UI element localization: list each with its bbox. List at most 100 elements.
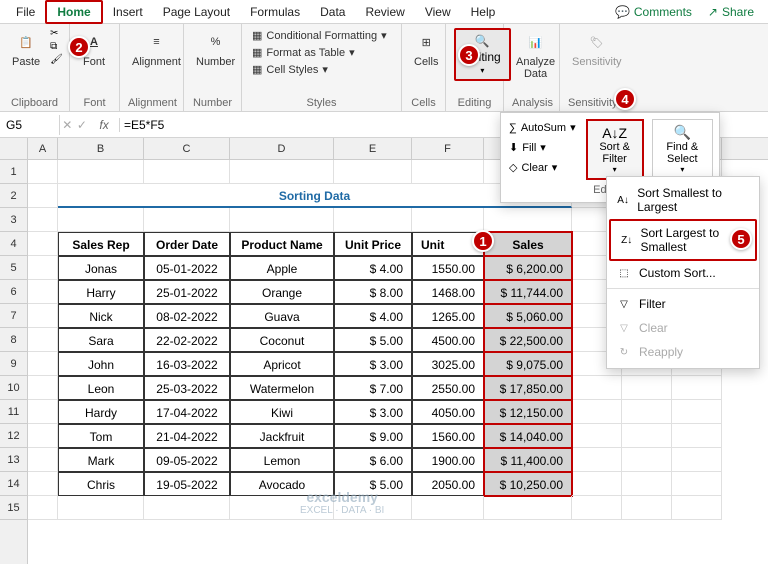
cell[interactable]: 17-04-2022 xyxy=(144,400,230,424)
cell-selected[interactable]: $ 17,850.00 xyxy=(484,376,572,400)
sensitivity-button[interactable]: 🏷Sensitivity xyxy=(568,28,626,70)
conditional-formatting-button[interactable]: ▦Conditional Formatting▾ xyxy=(250,28,389,43)
tab-home[interactable]: Home xyxy=(45,0,102,24)
cells-button[interactable]: ⊞Cells xyxy=(410,28,442,70)
cell[interactable]: 09-05-2022 xyxy=(144,448,230,472)
header-cell[interactable]: Order Date xyxy=(144,232,230,256)
cell[interactable]: 19-05-2022 xyxy=(144,472,230,496)
row-header[interactable]: 8 xyxy=(0,328,27,352)
cell[interactable]: Chris xyxy=(58,472,144,496)
cell[interactable]: Apricot xyxy=(230,352,334,376)
cell[interactable]: 05-01-2022 xyxy=(144,256,230,280)
tab-file[interactable]: File xyxy=(6,2,45,22)
cell-styles-button[interactable]: ▦Cell Styles▾ xyxy=(250,62,389,77)
row-header[interactable]: 5 xyxy=(0,256,27,280)
cell[interactable]: Hardy xyxy=(58,400,144,424)
header-cell[interactable]: Unit Price xyxy=(334,232,412,256)
cell[interactable]: 1468.00 xyxy=(412,280,484,304)
col-header[interactable]: E xyxy=(334,138,412,159)
cell[interactable]: Mark xyxy=(58,448,144,472)
cell[interactable]: 4500.00 xyxy=(412,328,484,352)
row-header[interactable]: 13 xyxy=(0,448,27,472)
cell[interactable]: Jackfruit xyxy=(230,424,334,448)
tab-page-layout[interactable]: Page Layout xyxy=(153,2,240,22)
enter-icon[interactable]: ✓ xyxy=(77,118,87,132)
cell[interactable]: 1265.00 xyxy=(412,304,484,328)
row-header[interactable]: 1 xyxy=(0,160,27,184)
cell[interactable]: Kiwi xyxy=(230,400,334,424)
cell[interactable]: 1550.00 xyxy=(412,256,484,280)
format-painter-icon[interactable]: 🖌 xyxy=(50,54,63,65)
cell[interactable]: Sara xyxy=(58,328,144,352)
cell[interactable]: 1560.00 xyxy=(412,424,484,448)
cell[interactable]: 2050.00 xyxy=(412,472,484,496)
tab-data[interactable]: Data xyxy=(310,2,355,22)
cell[interactable]: 25-01-2022 xyxy=(144,280,230,304)
cell[interactable]: Harry xyxy=(58,280,144,304)
cell[interactable]: 4050.00 xyxy=(412,400,484,424)
col-header[interactable]: F xyxy=(412,138,484,159)
col-header[interactable]: B xyxy=(58,138,144,159)
cell[interactable]: $ 6.00 xyxy=(334,448,412,472)
cell-selected[interactable]: $ 10,250.00 xyxy=(484,472,572,496)
row-header[interactable]: 9 xyxy=(0,352,27,376)
cell[interactable]: Jonas xyxy=(58,256,144,280)
row-header[interactable]: 3 xyxy=(0,208,27,232)
tab-review[interactable]: Review xyxy=(355,2,414,22)
row-header[interactable]: 10 xyxy=(0,376,27,400)
cell[interactable]: Leon xyxy=(58,376,144,400)
tab-help[interactable]: Help xyxy=(461,2,506,22)
col-header[interactable]: A xyxy=(28,138,58,159)
cell[interactable]: Guava xyxy=(230,304,334,328)
clear-button[interactable]: ◇Clear▾ xyxy=(507,159,578,176)
copy-icon[interactable]: ⧉ xyxy=(50,41,63,52)
custom-sort[interactable]: ⬚Custom Sort... xyxy=(607,261,759,285)
cell-selected[interactable]: $ 9,075.00 xyxy=(484,352,572,376)
cell[interactable]: Apple xyxy=(230,256,334,280)
cut-icon[interactable]: ✂ xyxy=(50,28,63,39)
format-table-button[interactable]: ▦Format as Table▾ xyxy=(250,45,389,60)
find-select-button[interactable]: 🔍 Find & Select▾ xyxy=(652,119,713,180)
header-cell[interactable]: Sales Rep xyxy=(58,232,144,256)
cancel-icon[interactable]: ✕ xyxy=(62,118,72,132)
cell[interactable]: $ 9.00 xyxy=(334,424,412,448)
row-header[interactable]: 6 xyxy=(0,280,27,304)
tab-formulas[interactable]: Formulas xyxy=(240,2,310,22)
sort-smallest-largest[interactable]: A↓Sort Smallest to Largest xyxy=(607,181,759,219)
cell[interactable]: $ 3.00 xyxy=(334,400,412,424)
title-cell[interactable]: Sorting Data xyxy=(58,184,572,208)
cell[interactable]: 08-02-2022 xyxy=(144,304,230,328)
cell[interactable]: Tom xyxy=(58,424,144,448)
cell[interactable]: Lemon xyxy=(230,448,334,472)
tab-view[interactable]: View xyxy=(415,2,461,22)
cell-selected[interactable]: $ 12,150.00 xyxy=(484,400,572,424)
cell-selected[interactable]: $ 14,040.00 xyxy=(484,424,572,448)
header-cell[interactable]: Sales xyxy=(484,232,572,256)
col-header[interactable]: C xyxy=(144,138,230,159)
header-cell[interactable]: Product Name xyxy=(230,232,334,256)
cell[interactable]: 1900.00 xyxy=(412,448,484,472)
fx-icon[interactable]: fx xyxy=(91,118,116,132)
analyze-data-button[interactable]: 📊Analyze Data xyxy=(512,28,559,82)
cell[interactable]: $ 4.00 xyxy=(334,304,412,328)
alignment-button[interactable]: ≡Alignment xyxy=(128,28,185,70)
cell-selected[interactable]: $ 22,500.00 xyxy=(484,328,572,352)
row-header[interactable]: 15 xyxy=(0,496,27,520)
filter-item[interactable]: ▽Filter xyxy=(607,292,759,316)
name-box[interactable]: G5 xyxy=(0,115,60,135)
row-header[interactable]: 12 xyxy=(0,424,27,448)
cell[interactable]: Coconut xyxy=(230,328,334,352)
cell[interactable]: $ 4.00 xyxy=(334,256,412,280)
cell[interactable]: Watermelon xyxy=(230,376,334,400)
cell[interactable]: $ 8.00 xyxy=(334,280,412,304)
cell[interactable]: Nick xyxy=(58,304,144,328)
cell[interactable]: 2550.00 xyxy=(412,376,484,400)
row-header[interactable]: 11 xyxy=(0,400,27,424)
cell[interactable]: $ 7.00 xyxy=(334,376,412,400)
cell-selected[interactable]: $ 11,744.00 xyxy=(484,280,572,304)
number-button[interactable]: %Number xyxy=(192,28,239,70)
cell-selected[interactable]: $ 6,200.00 xyxy=(484,256,572,280)
sort-filter-button[interactable]: A↓Z Sort & Filter▾ xyxy=(586,119,644,180)
paste-button[interactable]: 📋 Paste xyxy=(8,28,44,70)
tab-insert[interactable]: Insert xyxy=(103,2,153,22)
